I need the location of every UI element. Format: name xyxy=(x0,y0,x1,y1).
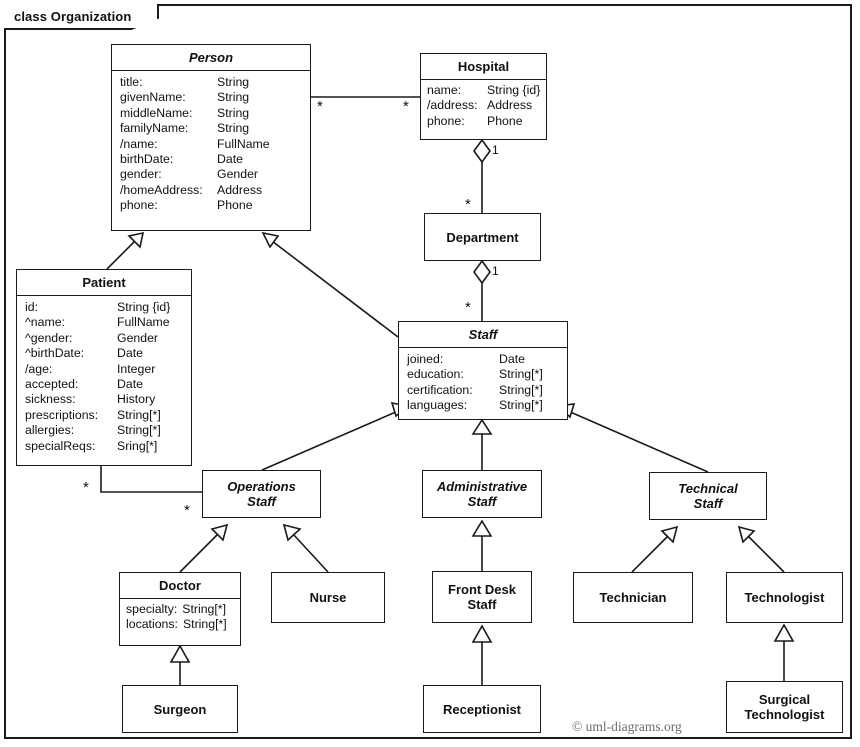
class-front-desk-staff-title: Front Desk Staff xyxy=(448,582,516,612)
class-technician[interactable]: Technician xyxy=(573,572,693,623)
class-patient-attributes: id: String {id} ^name: FullName ^gender: Ge… xyxy=(17,296,191,459)
attribute-row: id: String {id} xyxy=(25,300,171,314)
class-surgical-technologist[interactable]: Surgical Technologist xyxy=(726,681,843,733)
attribute-row: gender: Gender xyxy=(120,167,259,182)
attribute-row: /homeAddress: Address xyxy=(120,182,263,197)
attribute-row: ^gender: Gender xyxy=(25,330,159,345)
attribute-row: /name: FullName xyxy=(120,136,270,151)
class-operations-staff-title: Operations Staff xyxy=(227,479,296,509)
attribute-row: allergies: String[*] xyxy=(25,423,161,438)
class-hospital-attributes: name: String {id} /address: Address phone:… xyxy=(421,80,546,134)
attribute-row: name: String {id} xyxy=(427,83,541,97)
attribute-row: familyName: String xyxy=(120,121,250,136)
attribute-row: middleName: String xyxy=(120,105,250,120)
mult-person-hospital-hospital-end: * xyxy=(403,98,409,115)
class-patient[interactable]: Patient id: String {id} ^name: FullName ^g… xyxy=(16,269,192,466)
class-staff[interactable]: Staff joined: Date education: String[*] ce… xyxy=(398,321,568,420)
attribute-row: phone: Phone xyxy=(120,198,253,213)
class-technical-staff[interactable]: Technical Staff xyxy=(649,472,767,520)
class-operations-staff[interactable]: Operations Staff xyxy=(202,470,321,518)
class-department-title: Department xyxy=(446,229,519,245)
attribute-row: joined: Date xyxy=(407,352,525,366)
attribute-row: ^birthDate: Date xyxy=(25,346,143,361)
class-receptionist-title: Receptionist xyxy=(442,701,521,717)
class-administrative-staff[interactable]: Administrative Staff xyxy=(422,470,542,518)
attribute-row: ^name: FullName xyxy=(25,315,170,330)
class-doctor[interactable]: Doctor specialty: String[*] locations: Str… xyxy=(119,572,241,646)
class-department[interactable]: Department xyxy=(424,213,541,261)
class-doctor-attributes: specialty: String[*] locations: String[*] xyxy=(120,599,240,638)
attribute-row: sickness: History xyxy=(25,392,156,407)
class-surgeon[interactable]: Surgeon xyxy=(122,685,238,733)
class-person-attributes: title: String givenName: String middleName… xyxy=(112,71,310,219)
mult-patient-operations-operations-end: * xyxy=(184,502,190,519)
class-front-desk-staff[interactable]: Front Desk Staff xyxy=(432,571,532,623)
attribute-row: accepted: Date xyxy=(25,377,143,392)
attribute-row: /address: Address xyxy=(427,98,533,113)
attribute-row: education: String[*] xyxy=(407,367,543,382)
mult-department-staff-staff-end: * xyxy=(465,299,471,316)
mult-person-hospital-person-end: * xyxy=(317,98,323,115)
attribute-row: certification: String[*] xyxy=(407,382,543,397)
class-technician-title: Technician xyxy=(599,590,667,605)
mult-hospital-department-department-end: * xyxy=(465,196,471,213)
mult-department-staff-department-end: 1 xyxy=(492,264,499,278)
attribute-row: title: String xyxy=(120,75,250,89)
class-doctor-title: Doctor xyxy=(120,573,240,599)
class-surgical-technologist-title: Surgical Technologist xyxy=(744,692,825,722)
class-administrative-staff-title: Administrative Staff xyxy=(436,479,528,509)
watermark: © uml-diagrams.org xyxy=(572,719,682,734)
class-nurse-title: Nurse xyxy=(309,590,347,605)
class-patient-title: Patient xyxy=(17,270,191,296)
class-nurse[interactable]: Nurse xyxy=(271,572,385,623)
class-surgeon-title: Surgeon xyxy=(153,701,207,717)
class-receptionist[interactable]: Receptionist xyxy=(423,685,541,733)
attribute-row: /age: Integer xyxy=(25,361,156,376)
attribute-row: givenName: String xyxy=(120,90,250,105)
uml-class-diagram: class Organization * * 1 * 1 * * * Perso… xyxy=(0,0,860,747)
class-hospital-title: Hospital xyxy=(421,54,546,80)
class-technical-staff-title: Technical Staff xyxy=(678,481,738,511)
class-person[interactable]: Person title: String givenName: String mid… xyxy=(111,44,311,231)
attribute-row: specialReqs: Sring[*] xyxy=(25,438,158,453)
class-technologist-title: Technologist xyxy=(744,590,825,605)
frame-label: class Organization xyxy=(4,4,160,30)
attribute-row: phone: Phone xyxy=(427,113,523,128)
class-staff-title: Staff xyxy=(399,322,567,348)
class-staff-attributes: joined: Date education: String[*] certific… xyxy=(399,348,567,419)
mult-hospital-department-hospital-end: 1 xyxy=(492,143,499,157)
attribute-row: prescriptions: String[*] xyxy=(25,407,161,422)
mult-patient-operations-patient-end: * xyxy=(83,479,89,496)
attribute-row: birthDate: Date xyxy=(120,152,243,167)
class-person-title: Person xyxy=(112,45,310,71)
attribute-row: languages: String[*] xyxy=(407,398,543,413)
attribute-row: specialty: String[*] xyxy=(126,602,227,616)
class-hospital[interactable]: Hospital name: String {id} /address: Addre… xyxy=(420,53,547,140)
class-technologist[interactable]: Technologist xyxy=(726,572,843,623)
attribute-row: locations: String[*] xyxy=(126,617,227,632)
